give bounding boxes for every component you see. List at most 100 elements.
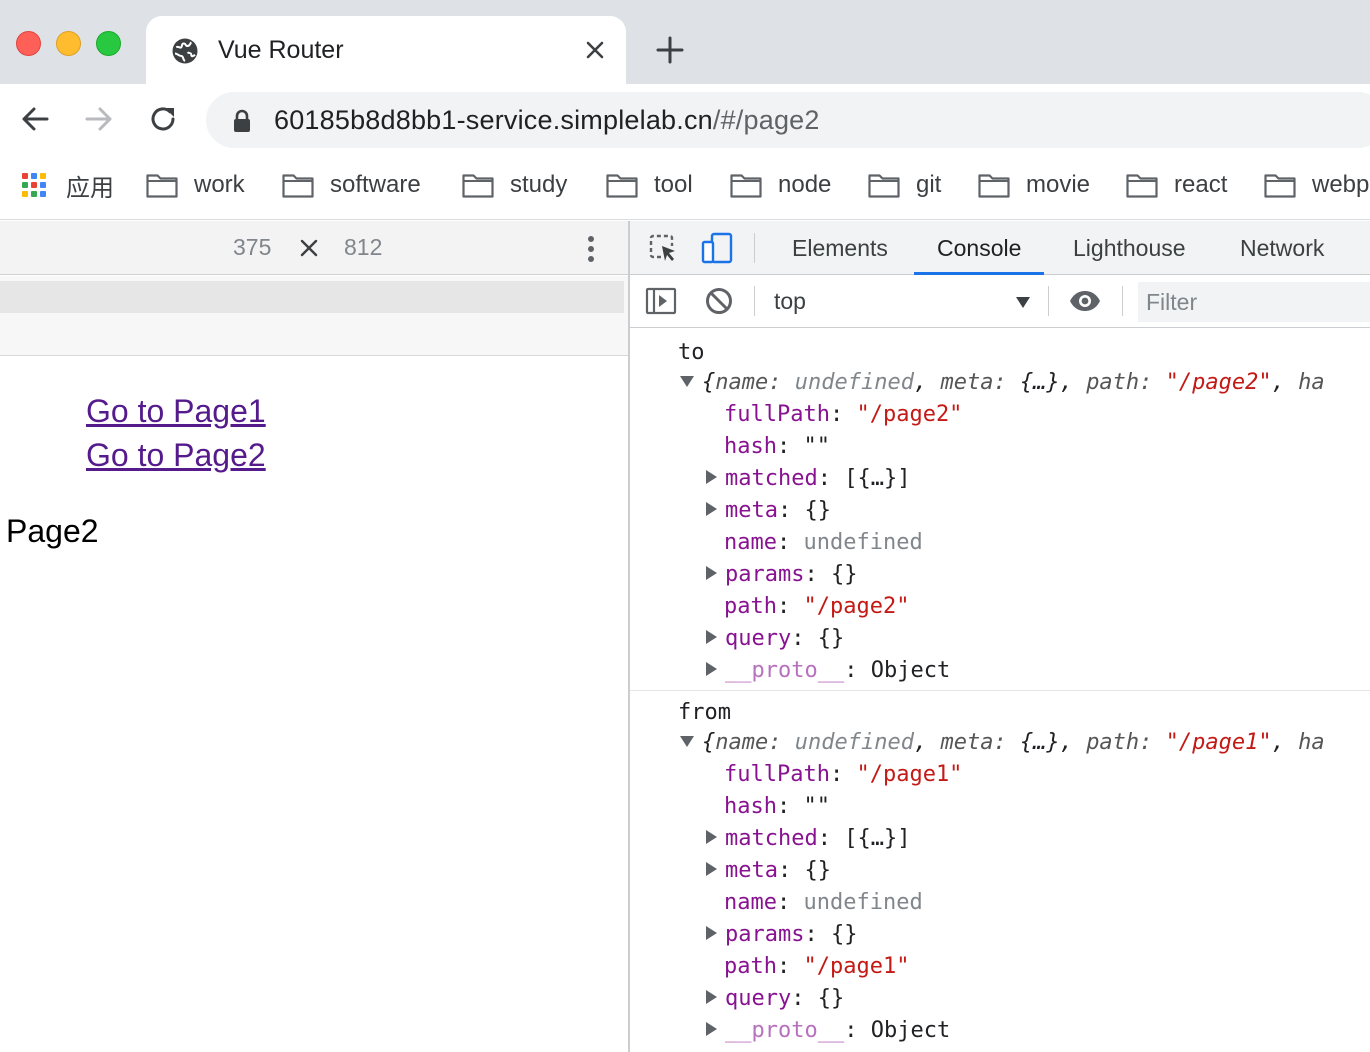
reload-button[interactable] [144, 100, 182, 138]
device-emulation-pane: 375 812 Go to Page1 Go to Page2 Page2 [0, 221, 628, 1052]
inspect-cursor-icon [649, 234, 675, 261]
bookmark-label: movie [1026, 171, 1091, 198]
bookmark-label: react [1174, 171, 1228, 198]
prop-proto[interactable]: __proto__: Object [706, 1015, 950, 1047]
arrow-left-icon [22, 107, 49, 131]
device-width-input[interactable]: 375 [233, 234, 271, 261]
tab-separator [754, 233, 755, 263]
devtools-tab-bar: Elements Console Lighthouse Network [630, 221, 1370, 275]
prop-query[interactable]: query: {} [706, 983, 844, 1015]
prop-params[interactable]: params: {} [706, 559, 857, 591]
expanded-triangle-icon [680, 376, 694, 387]
collapsed-triangle-icon [706, 1022, 717, 1036]
tab-title: Vue Router [218, 36, 344, 64]
bookmark-folder-software[interactable]: software [282, 168, 421, 202]
bookmark-folder-tool[interactable]: tool [606, 168, 693, 202]
plus-icon [656, 36, 684, 64]
folder-icon [1264, 174, 1296, 198]
bookmark-folder-work[interactable]: work [146, 168, 245, 202]
block-icon [706, 288, 732, 314]
folder-icon [462, 174, 494, 198]
bookmark-folder-node[interactable]: node [730, 168, 831, 202]
collapsed-triangle-icon [706, 862, 717, 876]
prop-proto[interactable]: __proto__: Object [706, 655, 950, 687]
bookmark-label: study [510, 171, 568, 198]
lock-icon [234, 109, 250, 132]
new-tab-button[interactable] [652, 32, 688, 68]
minimize-window-button[interactable] [56, 31, 81, 56]
folder-icon [282, 174, 314, 198]
browser-tab[interactable]: Vue Router [146, 16, 626, 84]
link-page2[interactable]: Go to Page2 [86, 437, 266, 474]
bookmark-apps[interactable]: 应用 [22, 168, 114, 202]
tab-console[interactable]: Console [914, 221, 1045, 275]
inspect-element-button[interactable] [646, 231, 680, 265]
folder-icon [978, 174, 1010, 198]
apps-grid-icon [22, 173, 46, 197]
collapsed-triangle-icon [706, 470, 717, 484]
toolbar-separator [1122, 286, 1123, 316]
close-icon [586, 41, 604, 59]
toolbar-separator [754, 286, 755, 316]
tab-elements[interactable]: Elements [792, 221, 888, 275]
prop-params[interactable]: params: {} [706, 919, 857, 951]
bookmark-folder-study[interactable]: study [462, 168, 567, 202]
collapsed-triangle-icon [706, 566, 717, 580]
devtools-panel: Elements Console Lighthouse Network top [630, 221, 1370, 1052]
maximize-window-button[interactable] [96, 31, 121, 56]
prop-matched[interactable]: matched: [{…}] [706, 463, 910, 495]
device-height-input[interactable]: 812 [344, 234, 382, 261]
globe-icon [172, 38, 198, 64]
collapsed-triangle-icon [706, 830, 717, 844]
url-path: /#/page2 [712, 105, 820, 135]
prop-meta[interactable]: meta: {} [706, 495, 831, 527]
more-options-icon[interactable] [580, 233, 602, 265]
toggle-sidebar-button[interactable] [644, 284, 678, 318]
close-window-button[interactable] [16, 31, 41, 56]
device-toolbar-toggle[interactable] [700, 231, 734, 265]
folder-icon [146, 174, 178, 198]
dropdown-triangle-icon [1016, 297, 1030, 308]
prop-fullpath: fullPath: "/page2" [724, 402, 963, 427]
toolbar-separator [1048, 286, 1049, 316]
bookmark-folder-webp[interactable]: webp [1264, 168, 1369, 202]
object-summary[interactable]: {name: undefined, meta: {…}, path: "/pag… [680, 727, 1325, 759]
clear-console-button[interactable] [702, 284, 736, 318]
bookmarks-bar: 应用 work software study tool node git mov… [0, 154, 1370, 220]
log-label: to [678, 340, 705, 365]
bookmark-label: webp [1312, 171, 1370, 198]
router-view-content: Page2 [6, 513, 99, 549]
url-host: 60185b8d8bb1-service.simplelab.cn [274, 105, 713, 135]
collapsed-triangle-icon [706, 990, 717, 1004]
prop-name: name: undefined [724, 890, 923, 915]
media-query-track[interactable] [0, 281, 624, 313]
live-expression-button[interactable] [1068, 284, 1102, 318]
times-icon [300, 239, 318, 257]
console-message: to {name: undefined, meta: {…}, path: "/… [630, 329, 1370, 691]
link-page1[interactable]: Go to Page1 [86, 393, 266, 430]
prop-matched[interactable]: matched: [{…}] [706, 823, 910, 855]
folder-icon [868, 174, 900, 198]
collapsed-triangle-icon [706, 630, 717, 644]
folder-icon [1126, 174, 1158, 198]
bookmark-folder-react[interactable]: react [1126, 168, 1227, 202]
bookmark-label: work [194, 171, 245, 198]
bookmark-folder-git[interactable]: git [868, 168, 941, 202]
prop-query[interactable]: query: {} [706, 623, 844, 655]
console-filter-input[interactable] [1138, 282, 1370, 322]
bookmark-folder-movie[interactable]: movie [978, 168, 1090, 202]
object-summary[interactable]: {name: undefined, meta: {…}, path: "/pag… [680, 367, 1325, 399]
back-button[interactable] [16, 100, 54, 138]
tab-network[interactable]: Network [1240, 221, 1324, 275]
address-bar[interactable]: 60185b8d8bb1-service.simplelab.cn/#/page… [206, 92, 1370, 148]
collapsed-triangle-icon [706, 662, 717, 676]
prop-path: path: "/page1" [724, 954, 910, 979]
context-selector[interactable]: top [774, 288, 806, 315]
forward-button[interactable] [80, 100, 118, 138]
close-tab-button[interactable] [580, 35, 610, 65]
tab-lighthouse[interactable]: Lighthouse [1073, 221, 1186, 275]
prop-meta[interactable]: meta: {} [706, 855, 831, 887]
prop-hash: hash: "" [724, 434, 830, 459]
expanded-triangle-icon [680, 736, 694, 747]
media-query-bar [0, 276, 628, 356]
